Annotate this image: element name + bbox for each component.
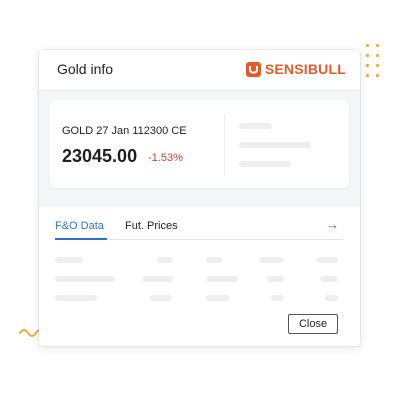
loading-placeholder — [239, 161, 291, 167]
tab-bar: F&O Data Fut. Prices → — [55, 217, 343, 240]
instrument-name: GOLD 27 Jan 112300 CE — [62, 125, 187, 137]
active-tab-indicator — [55, 238, 107, 240]
loading-placeholder — [325, 295, 338, 301]
sensibull-logo-icon — [245, 61, 261, 77]
loading-placeholder — [55, 276, 115, 282]
loading-placeholder — [142, 276, 173, 282]
loading-placeholder — [206, 257, 222, 263]
loading-placeholder — [55, 295, 97, 301]
tab-fut-prices[interactable]: Fut. Prices — [125, 220, 178, 232]
vertical-divider — [224, 114, 225, 176]
loading-placeholder — [157, 257, 173, 263]
arrow-right-icon[interactable]: → — [326, 217, 339, 232]
dialog-header: Gold info SENSIBULL — [39, 50, 360, 91]
loading-placeholder — [320, 276, 338, 282]
close-button[interactable]: Close — [288, 314, 338, 334]
last-price: 23045.00 — [62, 146, 138, 166]
tab-fo-data[interactable]: F&O Data — [55, 220, 104, 232]
loading-placeholder — [150, 295, 172, 301]
loading-placeholder — [259, 257, 284, 263]
price-change-percent: -1.53% — [148, 152, 183, 164]
loading-placeholder — [316, 257, 338, 263]
gold-info-dialog: Gold info SENSIBULL GOLD 27 Jan 112300 C… — [39, 50, 360, 346]
loading-placeholder — [55, 257, 83, 263]
loading-placeholder — [267, 276, 284, 282]
dialog-title: Gold info — [57, 61, 114, 77]
loading-placeholder — [271, 295, 284, 301]
loading-placeholder — [239, 142, 311, 148]
loading-placeholder — [206, 295, 229, 301]
loading-placeholder — [239, 123, 272, 129]
brand-logo: SENSIBULL — [245, 61, 346, 77]
loading-placeholder — [206, 276, 238, 282]
brand-name: SENSIBULL — [264, 61, 346, 77]
quote-card: GOLD 27 Jan 112300 CE 23045.00 -1.53% — [50, 100, 349, 188]
